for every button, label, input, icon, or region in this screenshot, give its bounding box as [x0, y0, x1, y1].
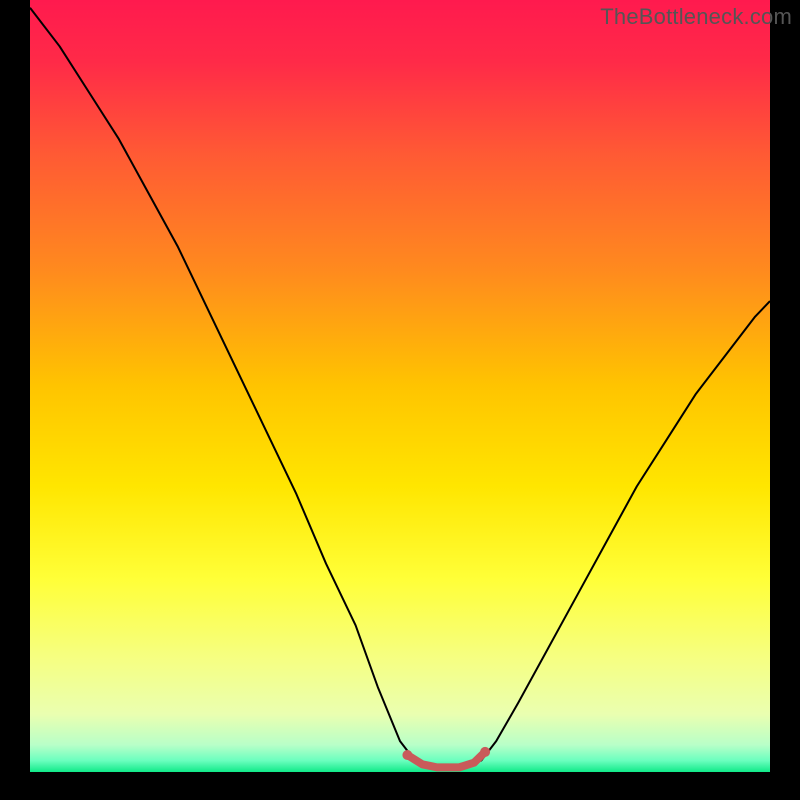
marker-0 — [402, 750, 412, 760]
watermark-text: TheBottleneck.com — [600, 4, 792, 30]
chart-svg — [0, 0, 800, 800]
chart-container: TheBottleneck.com — [0, 0, 800, 800]
plot-area — [30, 0, 770, 772]
marker-1 — [480, 747, 490, 757]
